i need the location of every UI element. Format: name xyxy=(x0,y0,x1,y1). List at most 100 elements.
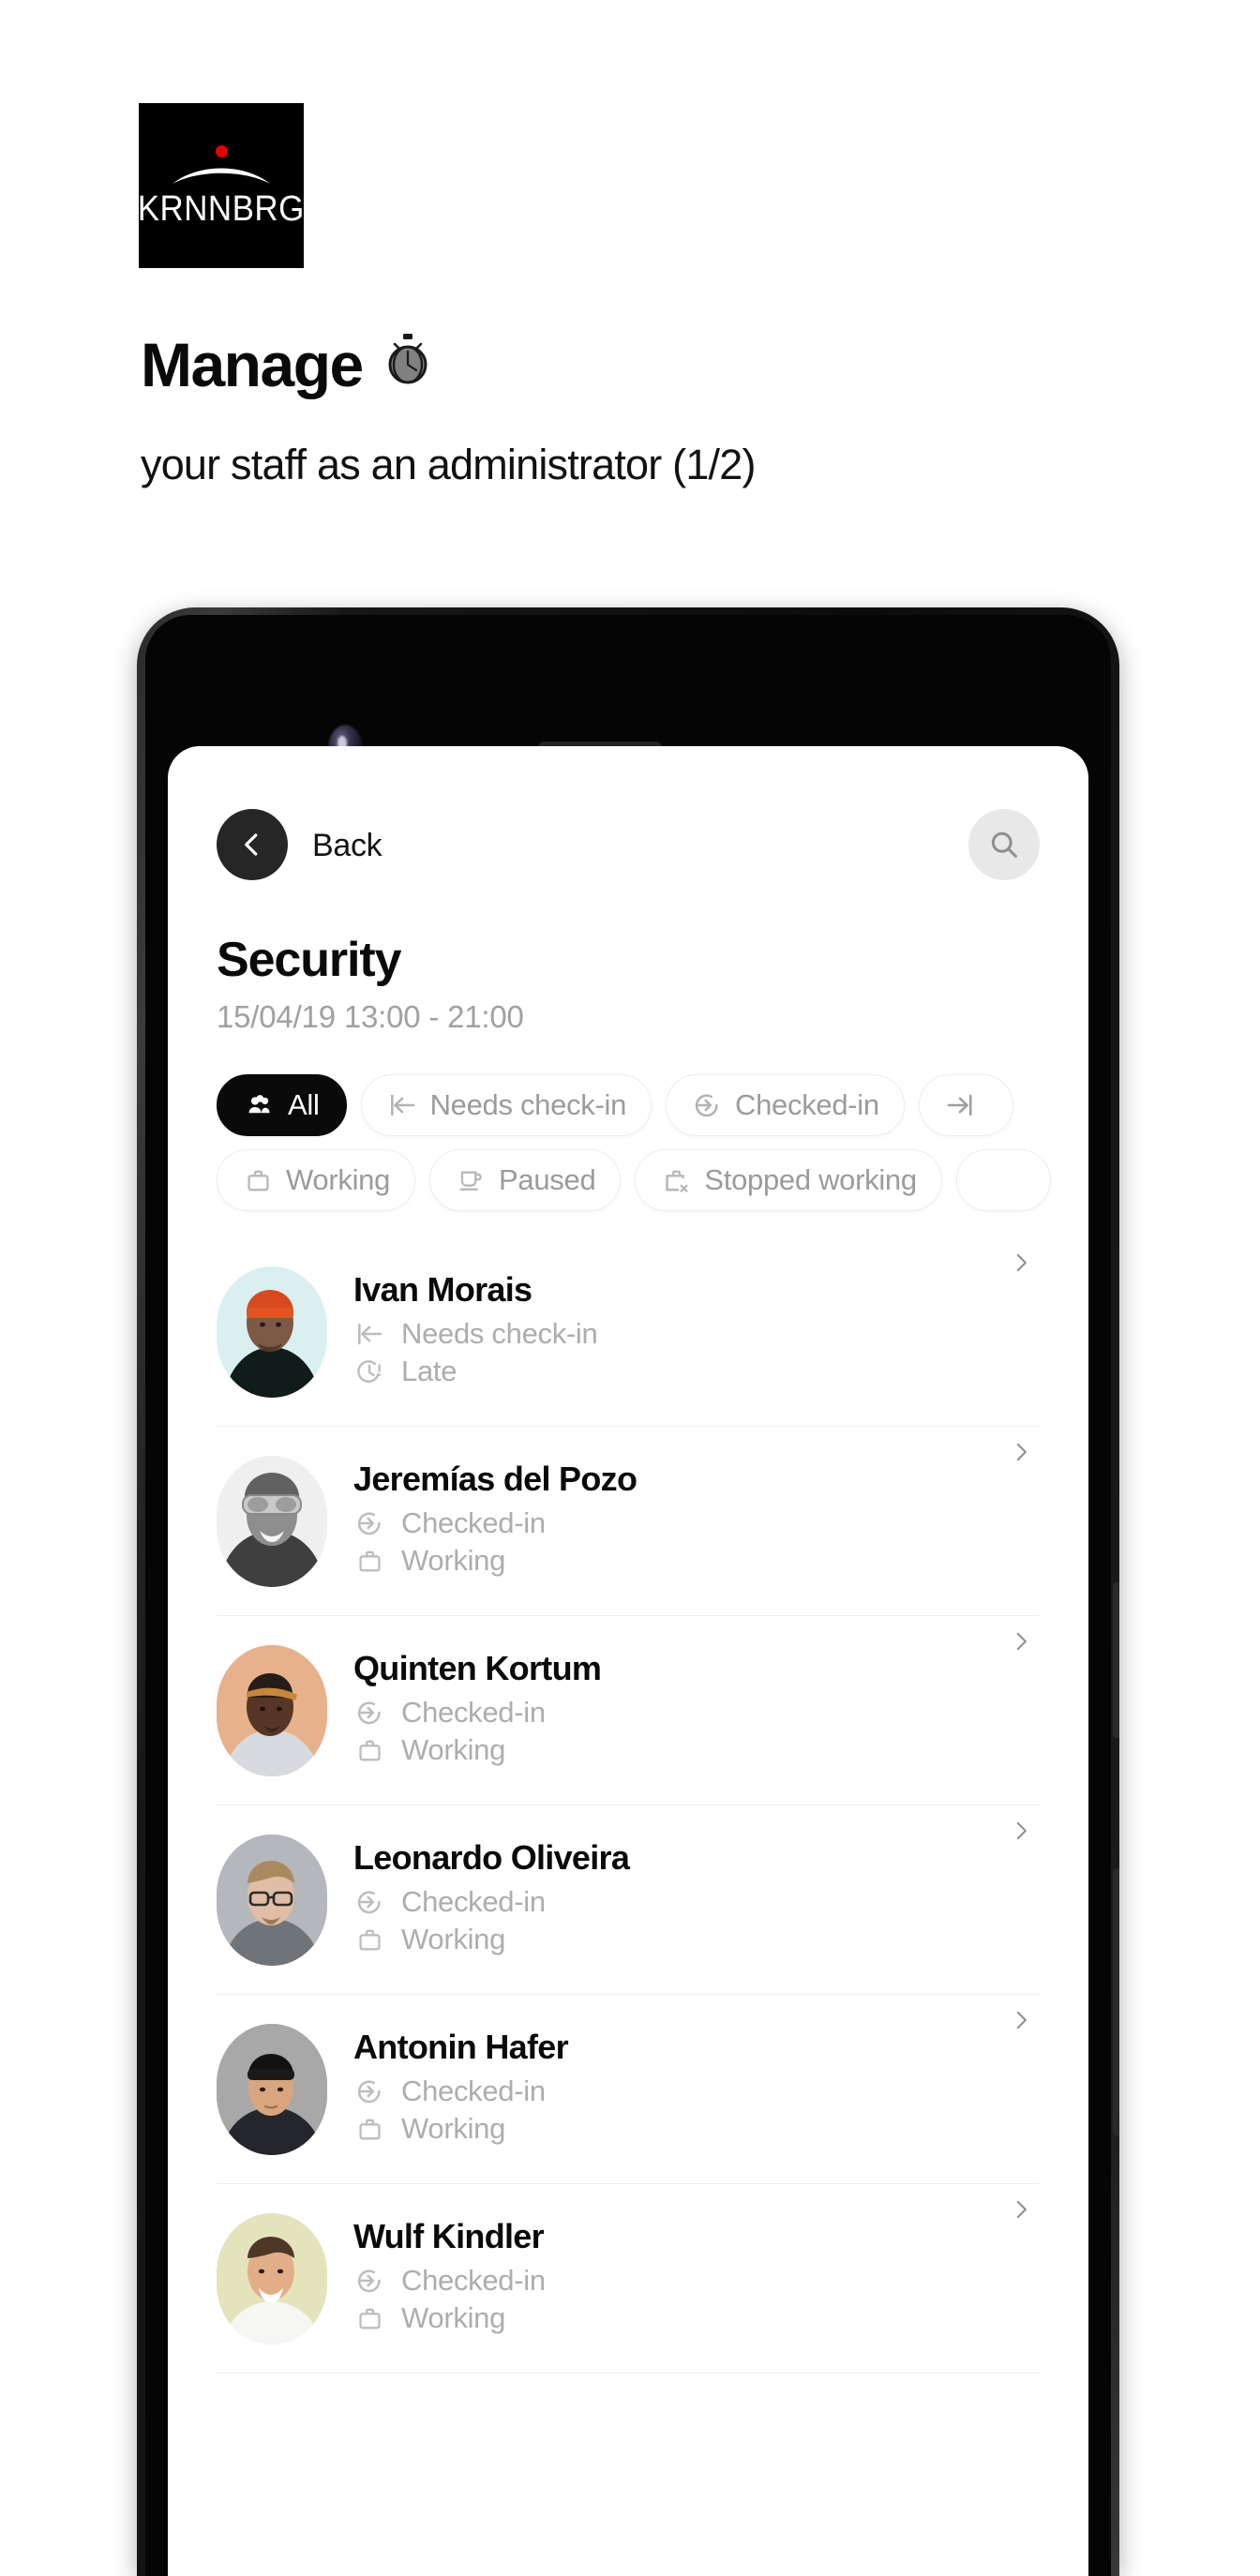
person-name: Jeremías del Pozo xyxy=(353,1459,638,1498)
person-status-label: Working xyxy=(401,2112,506,2146)
chevron-left-icon xyxy=(245,833,258,856)
filter-chip-label: Paused xyxy=(499,1163,596,1196)
person-name: Leonardo Oliveira xyxy=(353,1837,630,1877)
filter-chip-partial[interactable] xyxy=(955,1149,1051,1211)
briefcase-icon xyxy=(353,1735,385,1767)
page-subtitle: your staff as an administrator (1/2) xyxy=(141,441,756,488)
phone-bezel: Back Security 15/04/19 13:00 - 21:00 All… xyxy=(145,615,1111,2576)
avatar xyxy=(217,2212,327,2344)
person-status-secondary: Working xyxy=(353,1921,1002,1959)
person-status-label: Checked-in xyxy=(401,1695,546,1729)
person-status-primary: Checked-in xyxy=(353,2262,1002,2300)
person-status-secondary: Working xyxy=(353,1731,1002,1770)
coffee-cup-icon xyxy=(455,1164,487,1196)
filter-chip-stopped-working[interactable]: Stopped working xyxy=(635,1149,942,1211)
filter-chip-label: Checked-in xyxy=(735,1088,879,1121)
chevron-right-icon[interactable] xyxy=(1002,1440,1040,1464)
checked-in-icon xyxy=(353,2265,385,2297)
list-item[interactable]: Leonardo Oliveira Checked-in Working xyxy=(217,1805,1040,1995)
list-item[interactable]: Jeremías del Pozo Checked-in Working xyxy=(217,1427,1040,1616)
filter-chip-label: Working xyxy=(286,1163,391,1196)
chevron-right-icon[interactable] xyxy=(1002,1629,1040,1654)
checked-in-icon xyxy=(353,1886,385,1918)
shift-schedule: 15/04/19 13:00 - 21:00 xyxy=(217,999,524,1034)
avatar xyxy=(217,1455,327,1587)
briefcase-icon xyxy=(353,2114,385,2146)
checked-in-icon xyxy=(353,1697,385,1729)
person-status-label: Checked-in xyxy=(401,1884,546,1918)
avatar xyxy=(217,1266,327,1398)
app-top-bar: Back xyxy=(217,809,1040,882)
person-info: Quinten Kortum Checked-in Working xyxy=(353,1648,1002,1771)
search-button[interactable] xyxy=(968,809,1040,880)
power-button[interactable] xyxy=(1113,1582,1119,1738)
person-status-secondary: Working xyxy=(353,2299,1002,2338)
person-info: Wulf Kindler Checked-in Working xyxy=(353,2216,1002,2339)
filter-chip-needs-check-in[interactable]: Needs check-in xyxy=(360,1074,652,1136)
phone-screen: Back Security 15/04/19 13:00 - 21:00 All… xyxy=(168,746,1088,2576)
person-status-label: Working xyxy=(401,1733,506,1767)
person-status-label: Working xyxy=(401,1923,506,1956)
stopwatch-icon xyxy=(383,333,432,396)
back-label[interactable]: Back xyxy=(312,828,382,864)
filter-chip-checked-out[interactable] xyxy=(918,1074,1013,1136)
person-status-label: Working xyxy=(401,2301,506,2335)
person-info: Jeremías del Pozo Checked-in Working xyxy=(353,1459,1002,1581)
person-name: Antonin Hafer xyxy=(353,2027,569,2066)
checked-in-icon xyxy=(691,1089,723,1121)
search-icon xyxy=(991,831,1017,858)
check-in-needed-icon xyxy=(386,1089,418,1121)
filter-chip-checked-in[interactable]: Checked-in xyxy=(666,1074,905,1136)
back-button[interactable] xyxy=(217,809,288,880)
list-item[interactable]: Ivan Morais Needs check-in Late xyxy=(217,1237,1040,1427)
person-info: Ivan Morais Needs check-in Late xyxy=(353,1269,1002,1392)
chevron-right-icon[interactable] xyxy=(1002,2197,1040,2222)
check-in-needed-icon xyxy=(353,1318,385,1350)
person-status-label: Checked-in xyxy=(401,1505,546,1539)
person-status-primary: Checked-in xyxy=(353,2073,1002,2111)
person-info: Antonin Hafer Checked-in Working xyxy=(353,2029,1002,2149)
avatar xyxy=(217,1834,327,1966)
checked-out-icon xyxy=(944,1089,976,1121)
person-name: Wulf Kindler xyxy=(353,2216,545,2255)
clock-alert-icon xyxy=(353,1356,385,1388)
filter-chip-working[interactable]: Working xyxy=(217,1149,416,1211)
filter-chip-label: Stopped working xyxy=(704,1163,917,1196)
chevron-right-icon[interactable] xyxy=(1002,2008,1040,2032)
person-name: Quinten Kortum xyxy=(353,1648,602,1687)
logo-wordmark: KRNNBRG xyxy=(137,188,306,229)
shift-title: Security xyxy=(217,933,402,987)
briefcase-icon xyxy=(242,1164,274,1196)
person-info: Leonardo Oliveira Checked-in Working xyxy=(353,1837,1002,1960)
chevron-right-icon[interactable] xyxy=(1002,1251,1040,1275)
person-status-label: Needs check-in xyxy=(401,1316,598,1350)
person-name: Ivan Morais xyxy=(353,1269,532,1309)
avatar xyxy=(217,1644,327,1776)
person-status-secondary: Working xyxy=(353,1542,1002,1580)
person-status-label: Late xyxy=(401,1355,458,1388)
volume-button[interactable] xyxy=(1113,1868,1119,2135)
filter-chip-all[interactable]: All xyxy=(217,1074,347,1136)
list-item[interactable]: Quinten Kortum Checked-in Working xyxy=(217,1616,1040,1805)
briefcase-x-icon xyxy=(660,1164,692,1196)
list-item[interactable]: Wulf Kindler Checked-in Working xyxy=(217,2184,1040,2374)
person-status-primary: Checked-in xyxy=(353,1694,1002,1732)
headline-text: Manage xyxy=(141,329,364,399)
person-status-primary: Checked-in xyxy=(353,1505,1002,1543)
logo-dot-icon xyxy=(215,144,228,157)
filter-row-1: All Needs check-in Checked-in xyxy=(217,1074,1088,1136)
filter-chips: All Needs check-in Checked-in Working Pa… xyxy=(217,1074,1088,1224)
people-icon xyxy=(244,1089,276,1121)
filter-chip-label: All xyxy=(288,1088,320,1121)
filter-chip-label: Needs check-in xyxy=(429,1088,627,1121)
filter-chip-paused[interactable]: Paused xyxy=(429,1149,622,1211)
person-status-secondary: Working xyxy=(353,2110,1002,2149)
page-title: Manage xyxy=(141,333,432,396)
checked-in-icon xyxy=(353,1507,385,1539)
briefcase-icon xyxy=(353,1925,385,1956)
chevron-right-icon[interactable] xyxy=(1002,1819,1040,1843)
list-item[interactable]: Antonin Hafer Checked-in Working xyxy=(217,1995,1040,2184)
avatar xyxy=(217,2023,327,2155)
filter-row-2: Working Paused Stopped working xyxy=(217,1149,1088,1211)
briefcase-icon xyxy=(353,2303,385,2335)
